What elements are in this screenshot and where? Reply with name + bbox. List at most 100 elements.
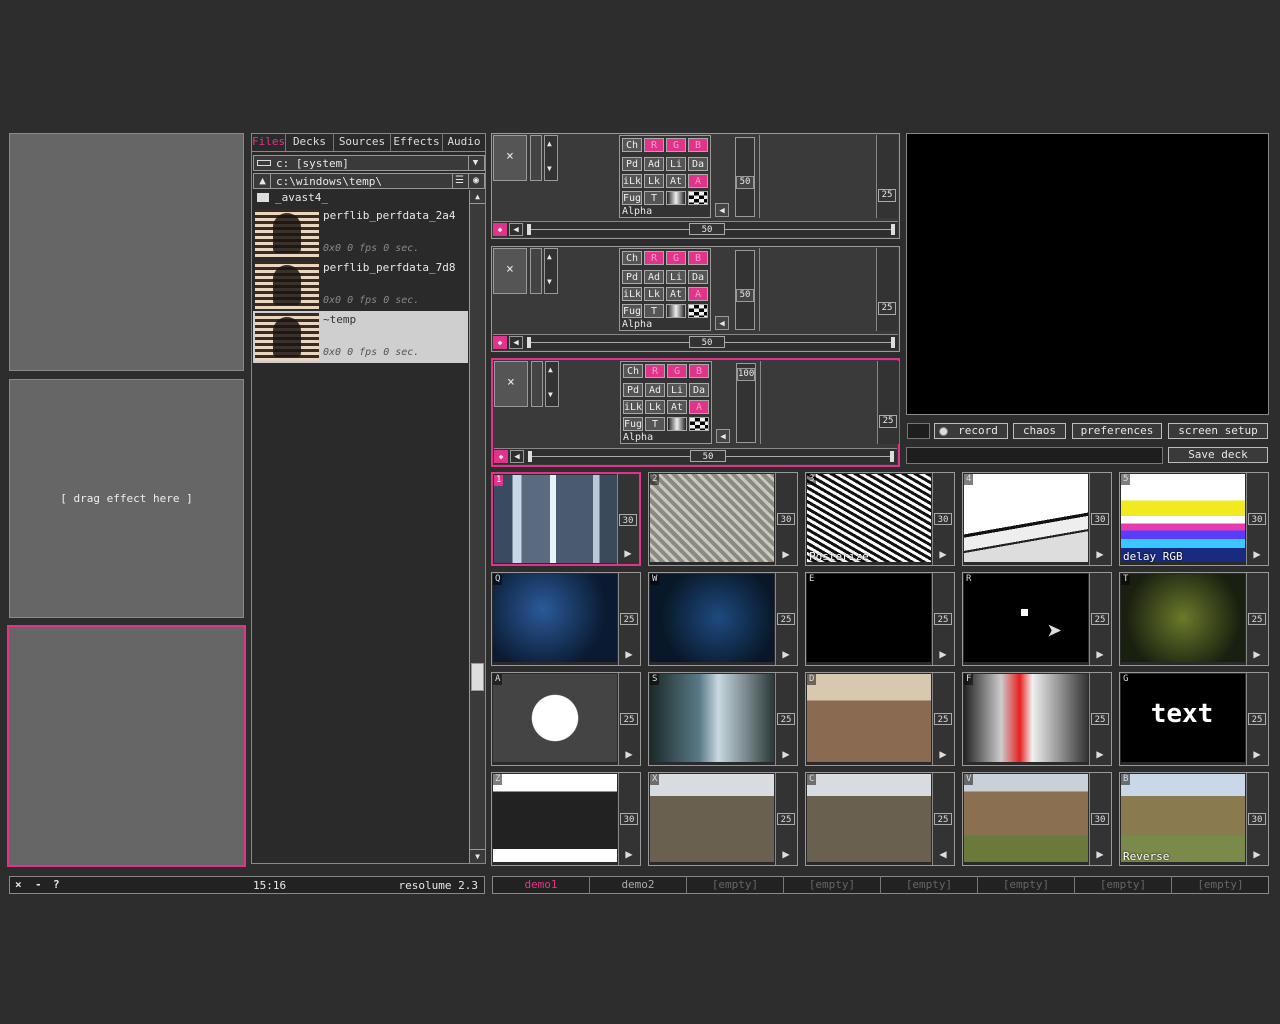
level-slider[interactable]: 50 <box>735 250 755 330</box>
blend-mode-button[interactable]: Lk <box>645 400 665 414</box>
play-icon[interactable]: ▶ <box>778 546 794 562</box>
tab-sources[interactable]: Sources <box>334 133 391 151</box>
green-channel-button[interactable]: G <box>666 138 686 152</box>
blend-mode-button[interactable]: Ad <box>644 270 664 284</box>
clip-slot[interactable]: 1 30 ▶ <box>491 472 641 566</box>
clip-slot[interactable]: F 25 ▶ <box>962 672 1112 766</box>
red-channel-button[interactable]: R <box>644 251 664 265</box>
blue-channel-button[interactable]: B <box>688 251 708 265</box>
deck-slot[interactable]: [empty] <box>881 876 978 894</box>
clip-speed[interactable]: 25 <box>777 813 795 825</box>
slider-end-handle[interactable] <box>890 451 894 462</box>
preview-eye-icon[interactable]: ◉ <box>468 174 483 188</box>
clip-speed[interactable]: 25 <box>1091 613 1109 625</box>
play-icon[interactable]: ▶ <box>778 846 794 862</box>
clip-speed[interactable]: 25 <box>934 713 952 725</box>
clip-speed[interactable]: 25 <box>620 713 638 725</box>
clip-slot[interactable]: C 25 ◀ <box>805 772 955 866</box>
layer-active-icon[interactable]: ◆ <box>493 223 507 236</box>
clip-slot[interactable]: D 25 ▶ <box>805 672 955 766</box>
blend-mode-button[interactable]: Fug <box>623 417 643 431</box>
clip-speed[interactable]: 25 <box>934 613 952 625</box>
level-slider[interactable]: 50 <box>735 137 755 217</box>
blend-mode-button[interactable]: Li <box>666 270 686 284</box>
save-deck-button[interactable]: Save deck <box>1168 447 1268 463</box>
play-icon[interactable]: ▶ <box>1092 646 1108 662</box>
layer-slider-track[interactable] <box>530 135 542 181</box>
clip-speed[interactable]: 30 <box>777 513 795 525</box>
clip-slot[interactable]: X 25 ▶ <box>648 772 798 866</box>
blend-mode-button[interactable]: Li <box>667 383 687 397</box>
clip-speed[interactable]: 25 <box>777 713 795 725</box>
gradient-mode-icon[interactable] <box>666 191 686 205</box>
blend-mode-button[interactable]: Ad <box>644 157 664 171</box>
close-icon[interactable]: × <box>15 878 22 891</box>
layer-up-icon[interactable]: ▲ <box>548 365 553 374</box>
channel-button[interactable]: Ch <box>623 364 643 378</box>
opacity-slider[interactable]: 50 <box>527 336 895 348</box>
clip-slot[interactable]: B Reverse 30 ▶ <box>1119 772 1269 866</box>
play-icon[interactable]: ▶ <box>1249 746 1265 762</box>
channel-button[interactable]: Ch <box>622 138 642 152</box>
deck-slot[interactable]: [empty] <box>784 876 881 894</box>
layer-up-icon[interactable]: ▲ <box>547 139 552 148</box>
play-icon[interactable]: ▶ <box>1092 746 1108 762</box>
blend-mode-button[interactable]: Da <box>688 270 708 284</box>
speaker-icon[interactable]: ◀ <box>715 316 729 330</box>
play-icon[interactable]: ▶ <box>935 746 951 762</box>
layer-down-icon[interactable]: ▼ <box>548 390 553 399</box>
clip-speed[interactable]: 30 <box>934 513 952 525</box>
clip-slot[interactable]: text G 25 ▶ <box>1119 672 1269 766</box>
blend-mode-button[interactable]: T <box>645 417 665 431</box>
deck-slot[interactable]: demo1 <box>493 876 590 894</box>
layer-down-icon[interactable]: ▼ <box>547 164 552 173</box>
chaos-button[interactable]: chaos <box>1013 423 1066 439</box>
deck-name-field[interactable] <box>906 447 1163 464</box>
clip-slot[interactable]: Q 25 ▶ <box>491 572 641 666</box>
speed-value[interactable]: 25 <box>878 302 896 315</box>
clip-slot[interactable]: 4 30 ▶ <box>962 472 1112 566</box>
slider-end-handle[interactable] <box>891 337 895 348</box>
play-icon[interactable]: ▶ <box>620 545 636 561</box>
screen-setup-button[interactable]: screen setup <box>1168 423 1268 439</box>
alpha-channel-button[interactable]: A <box>688 287 708 301</box>
blend-mode-button[interactable]: iLk <box>623 400 643 414</box>
layer-clip-slot[interactable]: × <box>494 361 528 407</box>
layer-slider-track[interactable] <box>530 248 542 294</box>
folder-up-icon[interactable]: ▲ <box>255 174 271 188</box>
slider-start-handle[interactable] <box>528 451 532 462</box>
clip-slot[interactable]: E 25 ▶ <box>805 572 955 666</box>
blend-mode-button[interactable]: Fug <box>622 191 642 205</box>
blend-mode-button[interactable]: Da <box>688 157 708 171</box>
clip-speed[interactable]: 30 <box>1248 813 1266 825</box>
blend-mode-button[interactable]: At <box>667 400 687 414</box>
deck-slot[interactable]: [empty] <box>687 876 784 894</box>
speed-value[interactable]: 25 <box>878 189 896 202</box>
play-icon[interactable]: ▶ <box>621 746 637 762</box>
audio-icon[interactable]: ◀ <box>509 336 523 349</box>
clip-speed[interactable]: 25 <box>1248 613 1266 625</box>
clip-speed[interactable]: 30 <box>1091 513 1109 525</box>
slider-end-handle[interactable] <box>891 224 895 235</box>
effect-slot-1[interactable] <box>9 133 244 371</box>
file-item[interactable]: perflib_perfdata_2a4 0x0 0 fps 0 sec. <box>253 207 468 259</box>
slider-start-handle[interactable] <box>527 224 531 235</box>
blue-channel-button[interactable]: B <box>688 138 708 152</box>
clip-slot[interactable]: T 25 ▶ <box>1119 572 1269 666</box>
layer-down-icon[interactable]: ▼ <box>547 277 552 286</box>
clip-slot[interactable]: 5 delay RGB 30 ▶ <box>1119 472 1269 566</box>
tab-effects[interactable]: Effects <box>391 133 443 151</box>
blend-mode-button[interactable]: iLk <box>622 174 642 188</box>
tab-audio[interactable]: Audio <box>443 133 485 151</box>
play-icon[interactable]: ▶ <box>1249 846 1265 862</box>
effect-slot-2[interactable]: [ drag effect here ] <box>9 379 244 618</box>
clip-slot[interactable]: 3 Posterize 30 ▶ <box>805 472 955 566</box>
slider-start-handle[interactable] <box>527 337 531 348</box>
alpha-channel-button[interactable]: A <box>688 174 708 188</box>
level-slider[interactable]: 100 <box>736 363 756 443</box>
speaker-icon[interactable]: ◀ <box>716 429 730 443</box>
clip-speed[interactable]: 30 <box>1248 513 1266 525</box>
play-reverse-icon[interactable]: ◀ <box>935 846 951 862</box>
layer-up-icon[interactable]: ▲ <box>547 252 552 261</box>
clip-speed[interactable]: 30 <box>1091 813 1109 825</box>
